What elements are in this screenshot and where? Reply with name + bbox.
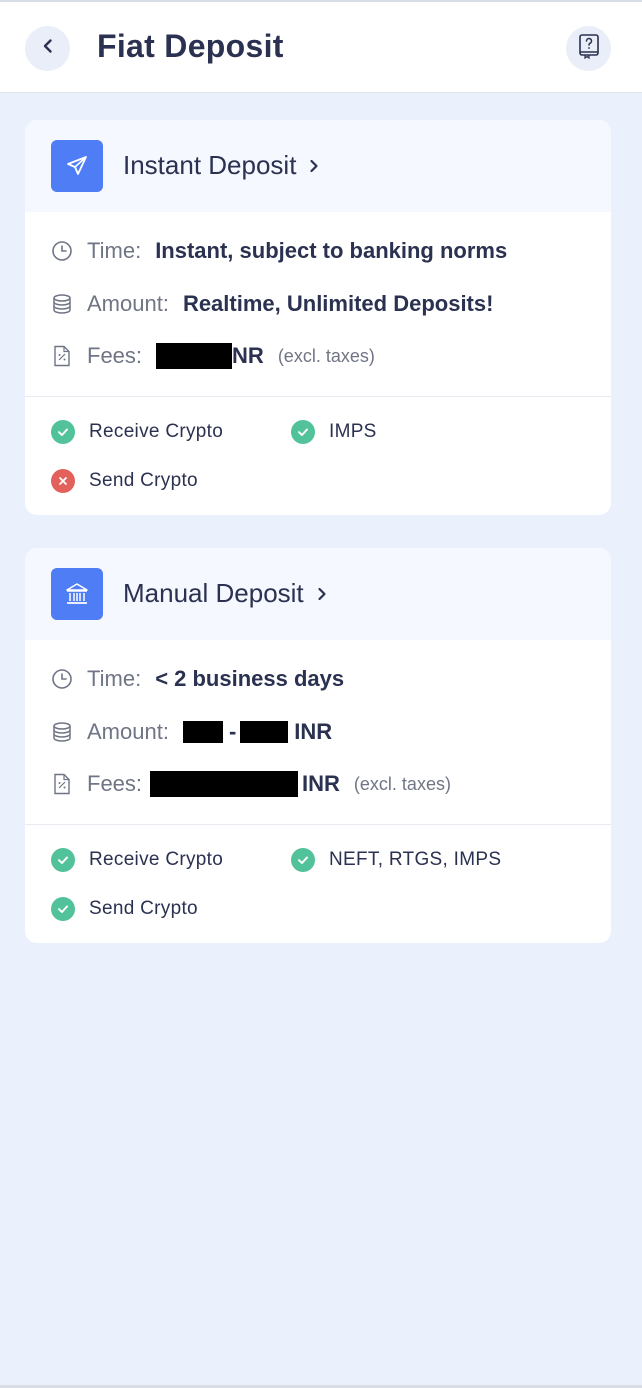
redacted-amount-min [182,721,223,743]
instant-deposit-header[interactable]: Instant Deposit [25,120,611,212]
feature-send-crypto: Send Crypto [51,895,198,923]
instant-deposit-title: Instant Deposit [123,150,297,180]
feature-imps: IMPS [291,418,377,446]
time-label: Time: [87,238,142,263]
page-title: Fiat Deposit [97,28,284,64]
time-value: Instant, subject to banking norms [155,238,508,263]
fees-note: (excl. taxes) [353,773,451,794]
instant-fees-row: Fees: NR (excl. taxes) [51,341,375,371]
help-button[interactable] [566,26,611,71]
fees-label: Fees: [87,771,143,796]
instant-time-row: Time: Instant, subject to banking norms [51,236,507,266]
coins-icon [51,293,73,315]
check-circle-icon [51,420,75,444]
manual-deposit-card: Manual Deposit Time: < 2 business days A… [25,548,611,943]
time-value: < 2 business days [155,666,345,691]
feature-label: Send Crypto [89,898,198,919]
feature-label: Receive Crypto [89,849,224,870]
percent-document-icon [51,345,73,367]
clock-icon [51,668,73,690]
time-label: Time: [87,666,142,691]
amount-separator: - [228,719,237,744]
card-divider [25,396,611,397]
feature-receive-crypto: Receive Crypto [51,846,223,874]
redacted-fee-amount [156,343,233,369]
amount-label: Amount: [87,719,169,744]
fees-label: Fees: [87,343,143,368]
manual-fees-row: Fees: INR (excl. taxes) [51,769,451,799]
feature-receive-crypto: Receive Crypto [51,418,223,446]
manual-amount-row: Amount: - INR [51,717,332,747]
app-header: Fiat Deposit [0,0,642,93]
instant-amount-row: Amount: Realtime, Unlimited Deposits! [51,289,493,319]
manual-time-row: Time: < 2 business days [51,664,344,694]
back-button[interactable] [25,26,70,71]
bank-icon [51,568,103,620]
chevron-right-icon [316,587,328,601]
feature-send-crypto: Send Crypto [51,467,198,495]
fees-value-suffix: INR [302,771,340,796]
feature-label: Send Crypto [89,470,198,491]
coins-icon [51,721,73,743]
check-circle-icon [291,848,315,872]
card-divider [25,824,611,825]
feature-label: Receive Crypto [89,421,224,442]
chevron-left-icon [40,38,56,59]
fees-note: (excl. taxes) [277,345,375,366]
redacted-amount-max [240,721,289,743]
redacted-fee-amount [150,771,299,797]
fees-value-suffix: NR [232,343,264,368]
check-circle-icon [51,897,75,921]
percent-document-icon [51,773,73,795]
amount-suffix: INR [294,719,333,744]
instant-deposit-card: Instant Deposit Time: Instant, subject t… [25,120,611,515]
manual-deposit-title: Manual Deposit [123,578,304,608]
feature-label: IMPS [329,421,377,442]
help-book-icon [577,33,601,64]
check-circle-icon [51,848,75,872]
amount-value: Realtime, Unlimited Deposits! [182,291,494,316]
amount-label: Amount: [87,291,169,316]
feature-label: NEFT, RTGS, IMPS [329,849,502,870]
chevron-right-icon [308,159,320,173]
manual-deposit-header[interactable]: Manual Deposit [25,548,611,640]
paper-plane-icon [51,140,103,192]
feature-neft-rtgs-imps: NEFT, RTGS, IMPS [291,846,501,874]
check-circle-icon [291,420,315,444]
clock-icon [51,240,73,262]
x-circle-icon [51,469,75,493]
